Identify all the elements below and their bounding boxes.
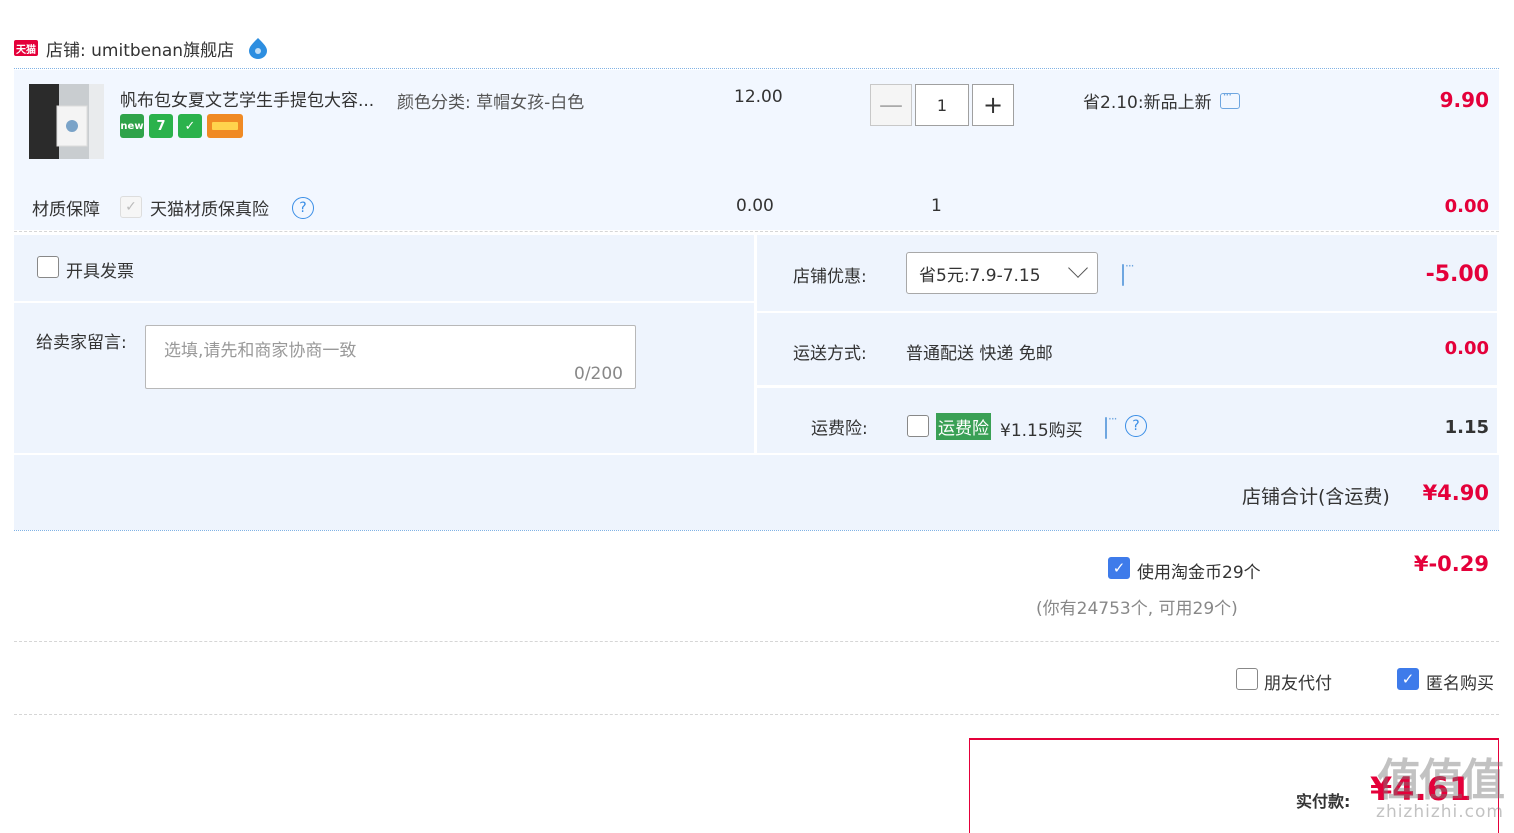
message-char-count: 0/200: [574, 364, 623, 384]
invoice-label: 开具发票: [66, 262, 134, 282]
tmall-logo-icon: 天猫: [14, 40, 38, 56]
site-watermark: 值值值 zhizhizhi.com: [1376, 744, 1505, 822]
divider: [14, 231, 1499, 232]
chevron-down-icon: [1068, 258, 1088, 278]
wangwang-chat-icon[interactable]: [246, 36, 270, 60]
insurance-price: ¥1.15购买: [1000, 421, 1083, 441]
coins-checkbox[interactable]: ✓: [1108, 557, 1130, 579]
divider: [14, 68, 1499, 69]
item-total: 9.90: [1439, 88, 1489, 112]
product-thumbnail[interactable]: [29, 84, 104, 159]
seven-day-return-icon: 7: [149, 114, 173, 138]
material-name: 天猫材质保真险: [150, 200, 269, 220]
shipping-amount: 0.00: [1444, 338, 1489, 359]
quantity-stepper: — 1 +: [870, 84, 1014, 126]
subtotal-label: 店铺合计(含运费): [1242, 486, 1390, 508]
material-checkbox: ✓: [120, 196, 142, 218]
invoice-checkbox[interactable]: [37, 256, 59, 278]
anonymous-checkbox[interactable]: ✓: [1397, 668, 1419, 690]
promotion-text: 省2.10:新品上新: [1083, 93, 1212, 113]
insurance-tag: 运费险: [936, 413, 991, 440]
comment-icon[interactable]: [1122, 264, 1124, 286]
coins-amount: ¥-0.29: [1413, 552, 1489, 576]
material-total: 0.00: [1444, 196, 1489, 217]
friend-pay-label: 朋友代付: [1264, 674, 1332, 694]
decrease-button[interactable]: —: [870, 84, 912, 126]
divider: [14, 714, 1499, 715]
message-label: 给卖家留言:: [36, 333, 127, 353]
anonymous-label: 匿名购买: [1426, 674, 1494, 694]
discount-amount: -5.00: [1425, 262, 1489, 287]
shipping-method: 普通配送 快递 免邮: [906, 344, 1053, 364]
insurance-checkbox[interactable]: [907, 415, 929, 437]
divider: [14, 530, 1499, 531]
coupon-selected-value: 省5元:7.9-7.15: [919, 265, 1041, 286]
help-icon[interactable]: ?: [292, 197, 314, 219]
comment-icon[interactable]: [1219, 88, 1240, 109]
credit-card-icon: [207, 114, 243, 138]
discount-panel: [757, 235, 1497, 311]
coins-label: 使用淘金币29个: [1137, 563, 1261, 583]
payment-label: 实付款:: [1296, 792, 1351, 811]
message-textarea[interactable]: 选填,请先和商家协商一致 0/200: [145, 325, 636, 389]
discount-label: 店铺优惠:: [793, 267, 867, 287]
material-quantity: 1: [931, 196, 942, 216]
tmall-new-icon: new: [120, 114, 144, 138]
item-promotion: 省2.10:新品上新: [1083, 88, 1240, 113]
subtotal-amount: ¥4.90: [1422, 481, 1489, 505]
coins-note: (你有24753个, 可用29个): [1036, 599, 1238, 619]
material-price: 0.00: [736, 196, 774, 216]
message-placeholder: 选填,请先和商家协商一致: [164, 341, 357, 361]
increase-button[interactable]: +: [972, 84, 1014, 126]
tmall-guarantee-icon: ✓: [178, 114, 202, 138]
coupon-select[interactable]: 省5元:7.9-7.15: [906, 252, 1098, 294]
watermark-url: zhizhizhi.com: [1376, 802, 1504, 822]
product-image-icon: [29, 84, 104, 159]
material-label: 材质保障: [32, 200, 100, 220]
comment-icon[interactable]: [1105, 417, 1107, 439]
insurance-amount: 1.15: [1444, 417, 1489, 438]
unit-price: 12.00: [734, 87, 783, 107]
shipping-label: 运送方式:: [793, 344, 867, 364]
shop-name[interactable]: 店铺: umitbenan旗舰店: [46, 36, 234, 61]
watermark-logo: 值值值: [1377, 755, 1505, 806]
product-title[interactable]: 帆布包女夏文艺学生手提包大容...: [120, 86, 374, 111]
insurance-label: 运费险:: [811, 419, 868, 439]
help-icon[interactable]: ?: [1125, 415, 1147, 437]
product-badges: new 7 ✓: [120, 114, 243, 138]
product-sku: 颜色分类: 草帽女孩-白色: [397, 93, 585, 113]
shop-header: 天猫 店铺: umitbenan旗舰店: [14, 34, 270, 62]
divider: [14, 641, 1499, 642]
shipping-panel: [757, 313, 1497, 385]
friend-pay-checkbox[interactable]: [1236, 668, 1258, 690]
quantity-input[interactable]: 1: [915, 84, 969, 126]
